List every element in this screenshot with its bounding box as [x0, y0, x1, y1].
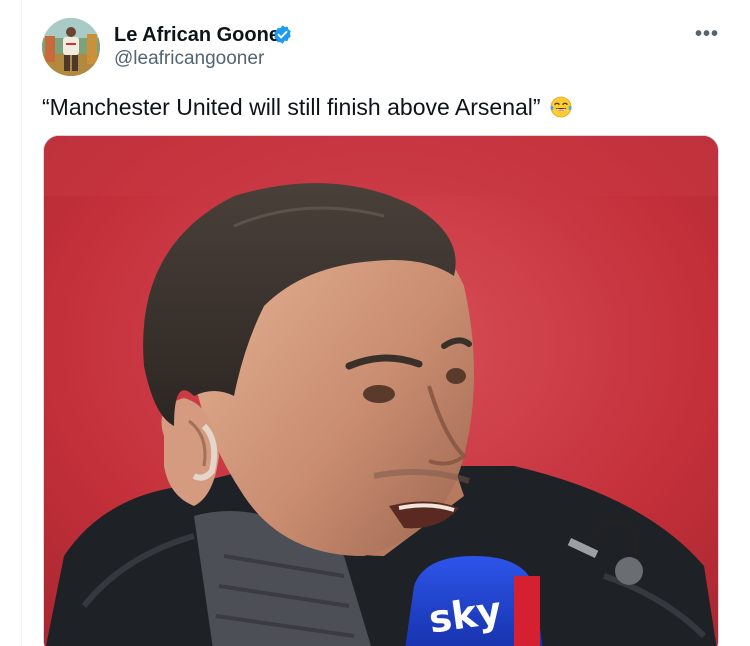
user-handle[interactable]: @leafricangooner: [114, 48, 264, 70]
avatar-image: [42, 18, 100, 76]
tweet-text: “Manchester United will still finish abo…: [42, 93, 573, 121]
display-name[interactable]: Le African Gooner: [114, 23, 288, 47]
face-with-tears-of-joy-icon: [549, 96, 572, 118]
divider: [21, 0, 22, 646]
verified-badge-icon: [274, 25, 291, 44]
tweet-media-image[interactable]: sky: [43, 135, 719, 646]
photo-pundit: sky: [44, 136, 718, 646]
more-options-icon[interactable]: •••: [694, 22, 720, 46]
tweet-text-content: “Manchester United will still finish abo…: [42, 94, 541, 120]
avatar[interactable]: [42, 18, 100, 76]
tweet-card: Le African Gooner @leafricangooner ••• “…: [0, 0, 750, 646]
